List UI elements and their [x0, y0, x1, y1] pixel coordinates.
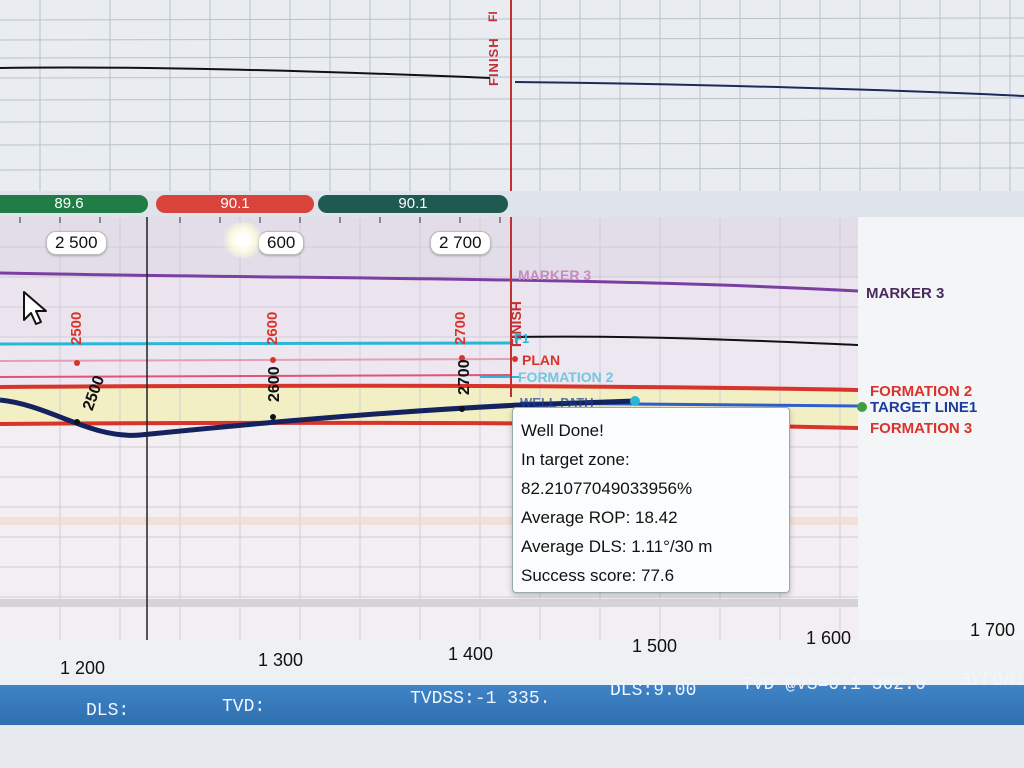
well-md-2600: 2600 [266, 366, 283, 402]
status-tvdss: TVDSS:-1 335. [410, 689, 551, 709]
formation2-inline-label: FORMATION 2 [518, 369, 614, 385]
status-angle: ЗУГОЛ: [960, 671, 1024, 691]
status-dls-label: DLS: [86, 701, 130, 721]
tooltip-zone-value: 82.21077049033956% [521, 479, 693, 498]
md-label-2600: 600 [258, 231, 305, 255]
marker3-label: MARKER 3 [866, 285, 945, 302]
tooltip-score: Success score: 77.6 [521, 566, 675, 585]
md-label-2700: 2 700 [430, 231, 491, 255]
x-tick-1400: 1 400 [448, 644, 494, 664]
tooltip-rop: Average ROP: 18.42 [521, 508, 678, 527]
tooltip-title: Well Done! [521, 421, 604, 440]
plan-md-2500: 2500 [68, 311, 85, 345]
formation2-label: FORMATION 2 [870, 383, 973, 400]
mouse-cursor-icon [23, 291, 47, 325]
gauge-3: 90.1 [318, 195, 508, 213]
x-tick-1700: 1 700 [970, 620, 1016, 640]
screen-glare [222, 222, 264, 258]
top-grid [0, 0, 1024, 192]
tooltip-zone-label: In target zone: [521, 450, 630, 469]
result-tooltip: Well Done! In target zone: 82.2107704903… [512, 407, 790, 593]
inclination-gauge-bar: 89.6 90.1 90.1 [0, 191, 1024, 217]
finish-label-top: FINISH [486, 37, 501, 86]
x-tick-1200: 1 200 [60, 658, 106, 678]
marker3-inline-label: MARKER 3 [518, 267, 592, 283]
x-tick-1300: 1 300 [258, 650, 304, 670]
tooltip-dls: Average DLS: 1.11°/30 m [521, 537, 713, 556]
plan-md-2700: 2700 [452, 311, 469, 345]
status-dls-value: DLS:9.00 [610, 681, 697, 701]
gauge-1: 89.6 [0, 195, 148, 213]
status-tvd-label: TVD: [222, 697, 266, 717]
target-line-label: TARGET LINE1 [870, 399, 978, 416]
x-tick-1600: 1 600 [806, 628, 852, 648]
status-bar: DLS: TVD: TVDSS:-1 335. DLS:9.00 TVD @VS… [0, 671, 1024, 725]
f1-inline-label: F1 [514, 331, 530, 346]
bottom-panel [0, 725, 1024, 768]
status-tvd-vs: TVD @VS=0:1 362.6 [742, 675, 926, 695]
well-md-2700: 2700 [456, 359, 473, 395]
formation3-label: FORMATION 3 [870, 420, 973, 437]
finish-small-top: FI [486, 11, 500, 22]
x-tick-1500: 1 500 [632, 636, 678, 656]
gauge-2: 90.1 [156, 195, 314, 213]
top-log-panel: FINISH FI [0, 0, 1024, 192]
plan-md-2600: 2600 [264, 311, 281, 345]
md-label-2500: 2 500 [46, 231, 107, 255]
plan-inline-label: PLAN [522, 352, 561, 368]
